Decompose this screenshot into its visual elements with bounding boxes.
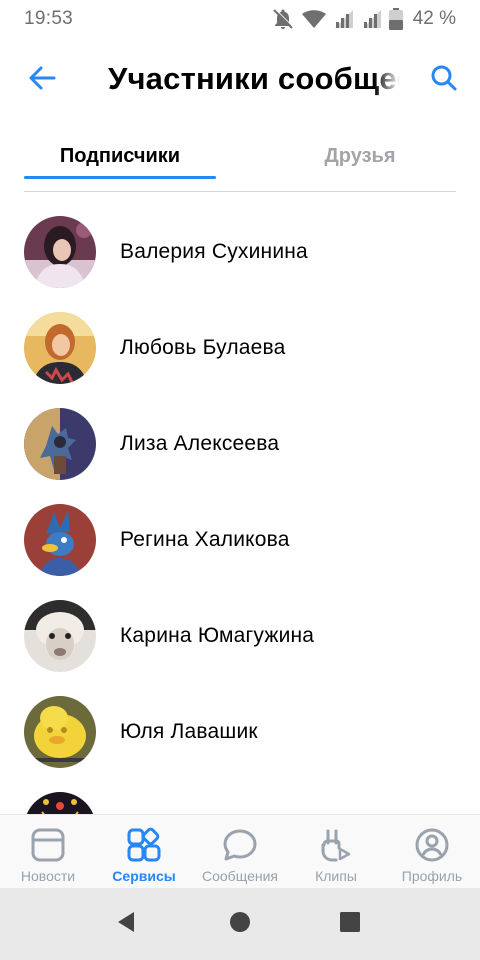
page-title: Участники сообщества [108, 61, 400, 96]
member-name: Лиза Алексеева [120, 432, 280, 455]
member-name: Карина Юмагужина [120, 624, 315, 647]
news-icon [28, 825, 68, 865]
system-nav-bar [0, 888, 480, 960]
tab-label: Друзья [324, 144, 396, 167]
system-recents-button[interactable] [330, 908, 370, 940]
header: Участники сообщества [0, 46, 480, 112]
search-button[interactable] [424, 60, 464, 100]
avatar [24, 216, 96, 288]
search-icon [429, 63, 459, 98]
avatar [24, 504, 96, 576]
title-fade [374, 56, 400, 102]
signal-icon [361, 8, 383, 30]
avatar [24, 792, 96, 814]
list-item[interactable]: Лиза Алексеева [0, 396, 480, 492]
member-name: Любовь Булаева [120, 336, 286, 359]
status-icons: 42 % [271, 7, 456, 31]
battery-icon [388, 8, 403, 30]
avatar [24, 696, 96, 768]
tab-friends[interactable]: Друзья [264, 132, 456, 180]
square-recents-icon [338, 910, 362, 939]
active-tab-indicator [24, 176, 216, 179]
list-item[interactable]: Валерия Сухинина [0, 204, 480, 300]
member-name: Юля Лавашик [120, 720, 258, 743]
tabs: Подписчики Друзья [24, 132, 456, 192]
nav-services[interactable]: Сервисы [96, 815, 192, 889]
nav-profile[interactable]: Профиль [384, 815, 480, 889]
nav-label: Сервисы [112, 868, 176, 884]
list-item[interactable] [0, 780, 480, 814]
list-item[interactable]: Любовь Булаева [0, 300, 480, 396]
status-bar: 19:53 42 % [0, 0, 480, 38]
battery-percent: 42 % [412, 8, 456, 29]
nav-news[interactable]: Новости [0, 815, 96, 889]
signal-icon [333, 8, 355, 30]
nav-label: Сообщения [202, 868, 278, 884]
clips-icon [316, 825, 356, 865]
nav-messages[interactable]: Сообщения [192, 815, 288, 889]
tab-subscribers[interactable]: Подписчики [24, 132, 216, 180]
member-list: Валерия Сухинина Любовь Булаева Лиза Але… [0, 204, 480, 814]
status-time: 19:53 [24, 8, 74, 29]
circle-home-icon [228, 910, 252, 939]
wifi-icon [301, 8, 327, 30]
list-item[interactable]: Регина Халикова [0, 492, 480, 588]
notifications-off-icon [271, 7, 295, 31]
avatar [24, 408, 96, 480]
nav-label: Клипы [315, 868, 357, 884]
page-title-wrap: Участники сообщества [108, 56, 400, 102]
nav-label: Профиль [401, 868, 463, 884]
back-button[interactable] [22, 60, 62, 100]
tab-label: Подписчики [59, 144, 181, 167]
list-item[interactable]: Карина Юмагужина [0, 588, 480, 684]
arrow-left-icon [26, 62, 58, 99]
nav-label: Новости [20, 868, 76, 884]
nav-clips[interactable]: Клипы [288, 815, 384, 889]
avatar [24, 312, 96, 384]
services-icon [124, 825, 164, 865]
bottom-nav: Новости Сервисы Сообщения Клипы Профиль [0, 814, 480, 888]
member-name: Валерия Сухинина [120, 240, 308, 263]
messages-icon [220, 825, 260, 865]
profile-icon [412, 825, 452, 865]
member-name: Регина Халикова [120, 528, 290, 551]
list-item[interactable]: Юля Лавашик [0, 684, 480, 780]
triangle-back-icon [114, 910, 138, 939]
avatar [24, 600, 96, 672]
system-back-button[interactable] [106, 908, 146, 940]
system-home-button[interactable] [220, 908, 260, 940]
